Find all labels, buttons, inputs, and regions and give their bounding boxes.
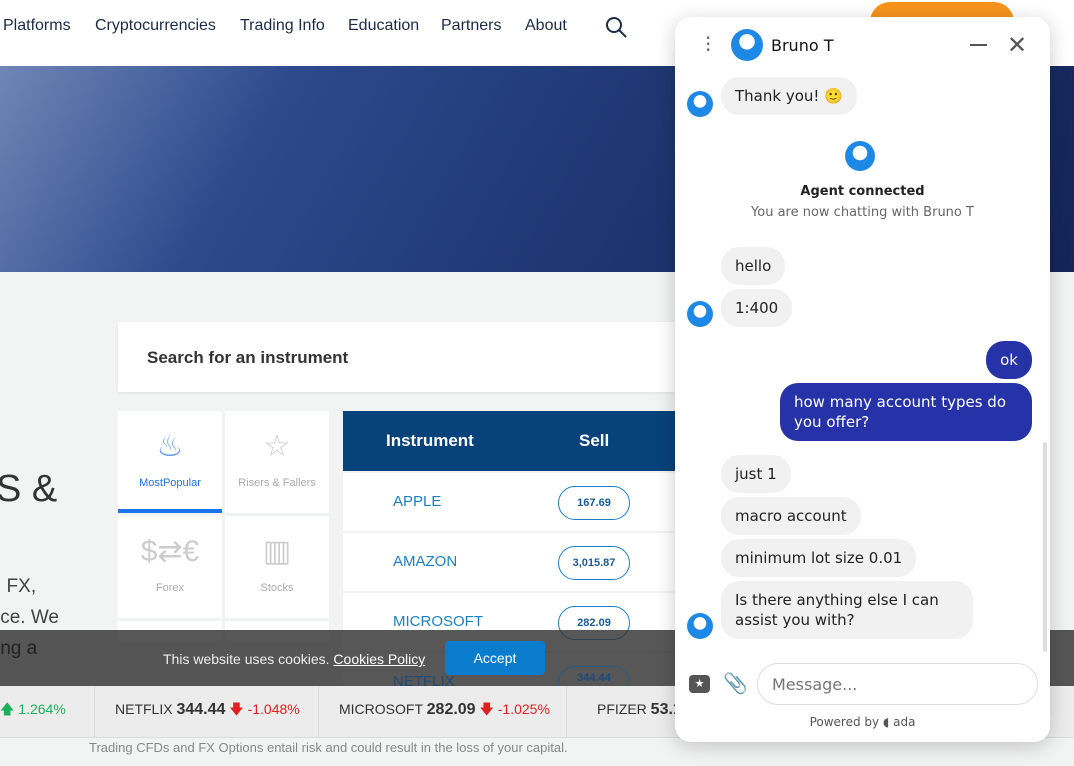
agent-connected-subtitle: You are now chatting with Bruno T (751, 205, 974, 220)
agent-name: Bruno T (771, 36, 834, 55)
table-row[interactable]: AMAZON 3,015.87 (343, 533, 683, 591)
minimize-icon[interactable] (970, 44, 987, 46)
nav-about[interactable]: About (525, 17, 567, 35)
tab-label: Forex (155, 582, 185, 594)
message-input[interactable] (757, 663, 1038, 705)
chat-widget: · · · Bruno T ✕ Thank you! 🙂 Agent connect… (675, 17, 1050, 742)
tab-label: MostPopular (139, 477, 201, 489)
message-bubble: just 1 (721, 455, 791, 493)
flame-icon: ♨ (156, 430, 184, 463)
agent-avatar (687, 301, 713, 327)
ticker-change: -1.048% (247, 701, 300, 717)
hero-heading: S & (0, 468, 58, 510)
nav-partners[interactable]: Partners (441, 17, 501, 35)
instrument-search-input[interactable]: Search for an instrument (118, 322, 688, 392)
search-placeholder: Search for an instrument (147, 348, 349, 367)
message-bubble: 1:400 (721, 289, 793, 327)
ticker-item: MICROSOFT 282.09 🡇 -1.025% (318, 686, 550, 738)
nav-cryptocurrencies[interactable]: Cryptocurrencies (95, 17, 216, 35)
ticker-name: MICROSOFT (339, 701, 423, 717)
ada-logo-icon: ◖ (882, 715, 890, 729)
instrument-name[interactable]: APPLE (393, 493, 441, 510)
arrow-up-icon: 🡅 (0, 701, 15, 717)
instrument-name[interactable]: AMAZON (393, 553, 457, 570)
agent-connected-title: Agent connected (800, 184, 925, 199)
bar-chart-icon: ▥ (262, 535, 292, 568)
currency-exchange-icon: $⇄€ (140, 535, 200, 568)
message-bubble: macro account (721, 497, 861, 535)
hero-text-3: ing a (0, 638, 38, 659)
message-bubble: Thank you! 🙂 (721, 77, 857, 115)
close-icon[interactable]: ✕ (1007, 31, 1027, 59)
agent-avatar (845, 141, 875, 171)
sell-button[interactable]: 167.69 (558, 486, 630, 520)
arrow-down-icon: 🡇 (229, 701, 244, 717)
cookies-policy-link[interactable]: Cookies Policy (333, 651, 425, 667)
instrument-name[interactable]: MICROSOFT (393, 613, 483, 630)
feedback-star-icon[interactable]: ★ (689, 675, 710, 693)
powered-by: Powered by ◖ ada (675, 715, 1050, 729)
message-bubble: Is there anything else I can assist you … (721, 581, 973, 639)
nav-trading-info[interactable]: Trading Info (240, 17, 325, 35)
agent-avatar (731, 29, 763, 61)
header-sell: Sell (579, 431, 610, 450)
ticker-item: 🡅 1.264% (0, 686, 66, 738)
nav-education[interactable]: Education (348, 17, 419, 35)
attachment-icon[interactable]: 📎 (723, 671, 748, 695)
ticker-price: 344.44 (176, 701, 226, 718)
accept-cookies-button[interactable]: Accept (445, 641, 545, 675)
ticker-item: NETFLIX 344.44 🡇 -1.048% (94, 686, 300, 738)
tab-risers-fallers[interactable]: ☆ Risers & Fallers (225, 411, 329, 513)
table-row[interactable]: APPLE 167.69 (343, 473, 683, 531)
arrow-down-icon: 🡇 (479, 701, 494, 717)
star-icon: ☆ (263, 430, 291, 463)
tab-stocks[interactable]: ▥ Stocks (225, 516, 329, 618)
agent-avatar (687, 613, 713, 639)
ticker-price: 282.09 (426, 701, 476, 718)
message-bubble-user: how many account types do you offer? (780, 383, 1032, 441)
ticker-change: -1.025% (497, 701, 550, 717)
more-options-icon[interactable]: · · · (705, 28, 711, 60)
ticker-name: NETFLIX (115, 701, 173, 717)
sell-button[interactable]: 3,015.87 (558, 546, 630, 580)
message-bubble: minimum lot size 0.01 (721, 539, 917, 577)
ticker-change: 1.264% (18, 701, 66, 717)
hero-text-1: , FX, (0, 576, 37, 597)
bot-avatar (687, 91, 713, 117)
tab-most-popular[interactable]: ♨ MostPopular (118, 411, 222, 513)
table-header: Instrument Sell (343, 411, 683, 471)
nav-platforms[interactable]: Platforms (3, 17, 71, 35)
risk-disclaimer: Trading CFDs and FX Options entail risk … (89, 740, 568, 755)
tab-label: Stocks (260, 582, 294, 594)
cookie-text: This website uses cookies. (163, 651, 330, 667)
search-icon[interactable] (604, 15, 628, 39)
powered-by-text: Powered by (809, 715, 880, 729)
tab-label: Risers & Fallers (238, 477, 316, 489)
ticker-name: PFIZER (597, 701, 647, 717)
chat-scrollbar[interactable] (1043, 442, 1047, 652)
header-instrument: Instrument (386, 431, 474, 450)
tab-forex[interactable]: $⇄€ Forex (118, 516, 222, 618)
message-bubble-user: ok (986, 341, 1032, 379)
hero-text-2: ice. We (0, 607, 60, 628)
message-bubble: hello (721, 247, 786, 285)
brand-name: ada (893, 715, 916, 729)
ticker-item: PFIZER 53.1 (566, 686, 682, 738)
